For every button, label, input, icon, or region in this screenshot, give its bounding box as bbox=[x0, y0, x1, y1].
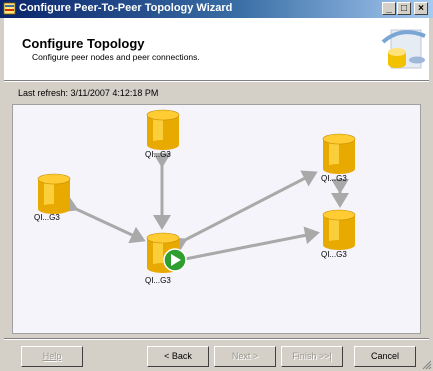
next-button-label: Next > bbox=[231, 351, 259, 361]
next-button[interactable]: Next > bbox=[214, 346, 276, 367]
running-status-icon bbox=[163, 248, 187, 272]
topology-canvas[interactable]: QI...G3 QI...G3 QI...G3 QI...G3 QI...G3 bbox=[12, 104, 421, 334]
page-subtitle: Configure peer nodes and peer connection… bbox=[32, 52, 200, 62]
title-bar[interactable]: Configure Peer-To-Peer Topology Wizard _… bbox=[0, 0, 433, 18]
resize-grip-icon[interactable] bbox=[422, 360, 432, 370]
node-label: QI...G3 bbox=[34, 213, 60, 222]
minimize-button[interactable]: _ bbox=[382, 2, 396, 15]
database-icon bbox=[146, 109, 180, 150]
last-refresh-label: Last refresh: 3/11/2007 4:12:18 PM bbox=[18, 88, 159, 98]
maximize-button[interactable]: □ bbox=[397, 2, 411, 15]
connection-line bbox=[61, 195, 146, 244]
node-label: QI...G3 bbox=[321, 174, 347, 183]
app-icon bbox=[3, 2, 16, 15]
page-title: Configure Topology bbox=[22, 36, 145, 51]
wizard-header: Configure Topology Configure peer nodes … bbox=[4, 18, 429, 80]
database-icon bbox=[322, 133, 356, 174]
node-label: QI...G3 bbox=[145, 276, 171, 285]
connection-line bbox=[171, 226, 320, 271]
close-icon: × bbox=[418, 3, 424, 14]
help-button-label: Help bbox=[42, 351, 62, 361]
cancel-button[interactable]: Cancel bbox=[354, 346, 416, 367]
node-label: QI...G3 bbox=[145, 150, 171, 159]
window-title: Configure Peer-To-Peer Topology Wizard bbox=[19, 2, 233, 14]
database-icon bbox=[322, 209, 356, 250]
back-button[interactable]: < Back bbox=[147, 346, 209, 367]
wizard-graphic-icon bbox=[381, 29, 426, 69]
footer-divider bbox=[4, 338, 429, 340]
topology-connections bbox=[61, 153, 349, 271]
finish-button-label: Finish >>| bbox=[292, 351, 332, 361]
header-divider bbox=[4, 80, 429, 82]
wizard-window: Configure Peer-To-Peer Topology Wizard _… bbox=[0, 0, 433, 371]
finish-button[interactable]: Finish >>| bbox=[281, 346, 343, 367]
node-label: QI...G3 bbox=[321, 250, 347, 259]
connection-line bbox=[170, 170, 318, 254]
back-button-label: < Back bbox=[164, 351, 192, 361]
help-button[interactable]: Help bbox=[21, 346, 83, 367]
database-icon bbox=[37, 173, 71, 214]
database-icon bbox=[146, 232, 187, 273]
cancel-button-label: Cancel bbox=[370, 351, 399, 361]
close-button[interactable]: × bbox=[414, 2, 428, 15]
minimize-icon: _ bbox=[386, 3, 392, 14]
maximize-icon: □ bbox=[400, 3, 408, 14]
